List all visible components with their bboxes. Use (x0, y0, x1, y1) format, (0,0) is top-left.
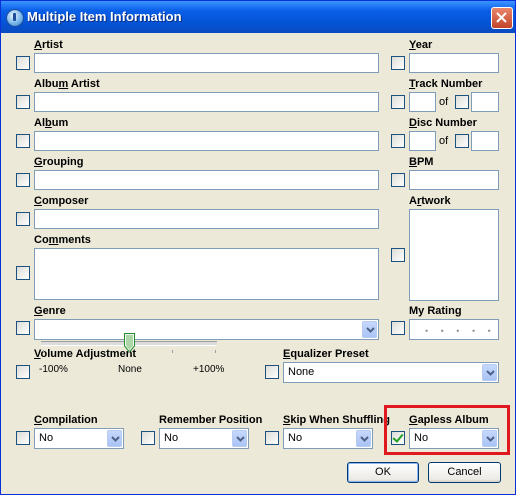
slider-tick (86, 350, 87, 353)
comments-checkbox[interactable] (16, 266, 30, 280)
bpm-field[interactable] (409, 170, 499, 190)
skip-when-shuffling-dropdown[interactable]: No (283, 428, 373, 449)
cancel-button[interactable]: Cancel (428, 462, 501, 483)
album-artist-field[interactable] (34, 92, 379, 112)
volume-mid-label: None (118, 364, 142, 375)
year-field[interactable] (409, 53, 499, 73)
close-icon (496, 12, 507, 23)
genre-dropdown-button[interactable] (362, 321, 377, 338)
slider-tick (172, 350, 173, 353)
my-rating-label: My Rating (409, 305, 462, 317)
volume-min-label: -100% (39, 364, 68, 375)
remember-position-dropdown-button[interactable] (232, 430, 247, 447)
artist-label: Artist (34, 39, 63, 51)
disc-count-checkbox[interactable] (455, 134, 469, 148)
my-rating-checkbox[interactable] (391, 321, 405, 335)
slider-tick (215, 350, 216, 353)
comments-field[interactable] (34, 248, 379, 300)
remember-position-value: No (164, 432, 179, 444)
remember-position-label: Remember Position (159, 414, 263, 426)
disc-number-label: Disc Number (409, 117, 477, 129)
track-number-label: Track Number (409, 78, 483, 90)
comments-label: Comments (34, 234, 91, 246)
track-number-field[interactable] (409, 92, 436, 112)
slider-tick (129, 350, 130, 353)
artist-field[interactable] (34, 53, 379, 73)
remember-position-dropdown[interactable]: No (159, 428, 249, 449)
genre-label: Genre (34, 305, 66, 317)
chevron-down-icon (360, 436, 369, 442)
bpm-checkbox[interactable] (391, 173, 405, 187)
genre-checkbox[interactable] (16, 321, 30, 335)
skip-when-shuffling-checkbox[interactable] (265, 431, 279, 445)
title-bar[interactable]: Multiple Item Information (1, 1, 515, 33)
year-checkbox[interactable] (391, 56, 405, 70)
bpm-label: BPM (409, 156, 434, 168)
track-of-label: of (439, 96, 449, 108)
album-field[interactable] (34, 131, 379, 151)
grouping-field[interactable] (34, 170, 379, 190)
compilation-dropdown-button[interactable] (107, 430, 122, 447)
slider-tick (43, 350, 44, 353)
rating-stars[interactable]: • • • • • (425, 326, 496, 336)
album-checkbox[interactable] (16, 134, 30, 148)
remember-position-checkbox[interactable] (141, 431, 155, 445)
compilation-label: Compilation (34, 414, 98, 426)
composer-checkbox[interactable] (16, 212, 30, 226)
chevron-down-icon (486, 370, 495, 376)
disc-number-field[interactable] (409, 131, 436, 151)
skip-when-shuffling-value: No (288, 432, 303, 444)
skip-when-shuffling-dropdown-button[interactable] (356, 430, 371, 447)
year-label: Year (409, 39, 433, 51)
album-label: Album (34, 117, 69, 129)
disc-number-checkbox[interactable] (391, 134, 405, 148)
composer-label: Composer (34, 195, 89, 207)
equalizer-preset-dropdown[interactable]: None (283, 362, 499, 383)
compilation-dropdown[interactable]: No (34, 428, 124, 449)
genre-combobox[interactable] (34, 319, 379, 340)
disc-count-field[interactable] (471, 131, 499, 151)
album-artist-checkbox[interactable] (16, 95, 30, 109)
gapless-album-highlight (384, 405, 510, 455)
album-artist-label: Album Artist (34, 78, 100, 90)
track-count-field[interactable] (471, 92, 499, 112)
itunes-icon (6, 9, 24, 27)
artist-checkbox[interactable] (16, 56, 30, 70)
compilation-value: No (39, 432, 54, 444)
grouping-checkbox[interactable] (16, 173, 30, 187)
equalizer-checkbox[interactable] (265, 365, 279, 379)
composer-field[interactable] (34, 209, 379, 229)
chevron-down-icon (236, 436, 245, 442)
equalizer-preset-value: None (288, 366, 315, 378)
volume-checkbox[interactable] (16, 365, 30, 379)
track-number-checkbox[interactable] (391, 95, 405, 109)
chevron-down-icon (366, 327, 375, 333)
chevron-down-icon (111, 436, 120, 442)
disc-of-label: of (439, 135, 449, 147)
artwork-well[interactable] (409, 209, 499, 301)
track-count-checkbox[interactable] (455, 95, 469, 109)
window-title: Multiple Item Information (27, 9, 182, 24)
close-button[interactable] (491, 7, 513, 29)
equalizer-dropdown-button[interactable] (482, 364, 497, 381)
grouping-label: Grouping (34, 156, 84, 168)
equalizer-preset-label: Equalizer Preset (283, 348, 369, 360)
multiple-item-information-window: Multiple Item Information Artist Album A… (0, 0, 516, 495)
ok-button[interactable]: OK (347, 462, 419, 483)
skip-when-shuffling-label: Skip When Shuffling (283, 414, 390, 426)
compilation-checkbox[interactable] (16, 431, 30, 445)
volume-max-label: +100% (193, 364, 225, 375)
artwork-checkbox[interactable] (391, 248, 405, 262)
artwork-label: Artwork (409, 195, 451, 207)
